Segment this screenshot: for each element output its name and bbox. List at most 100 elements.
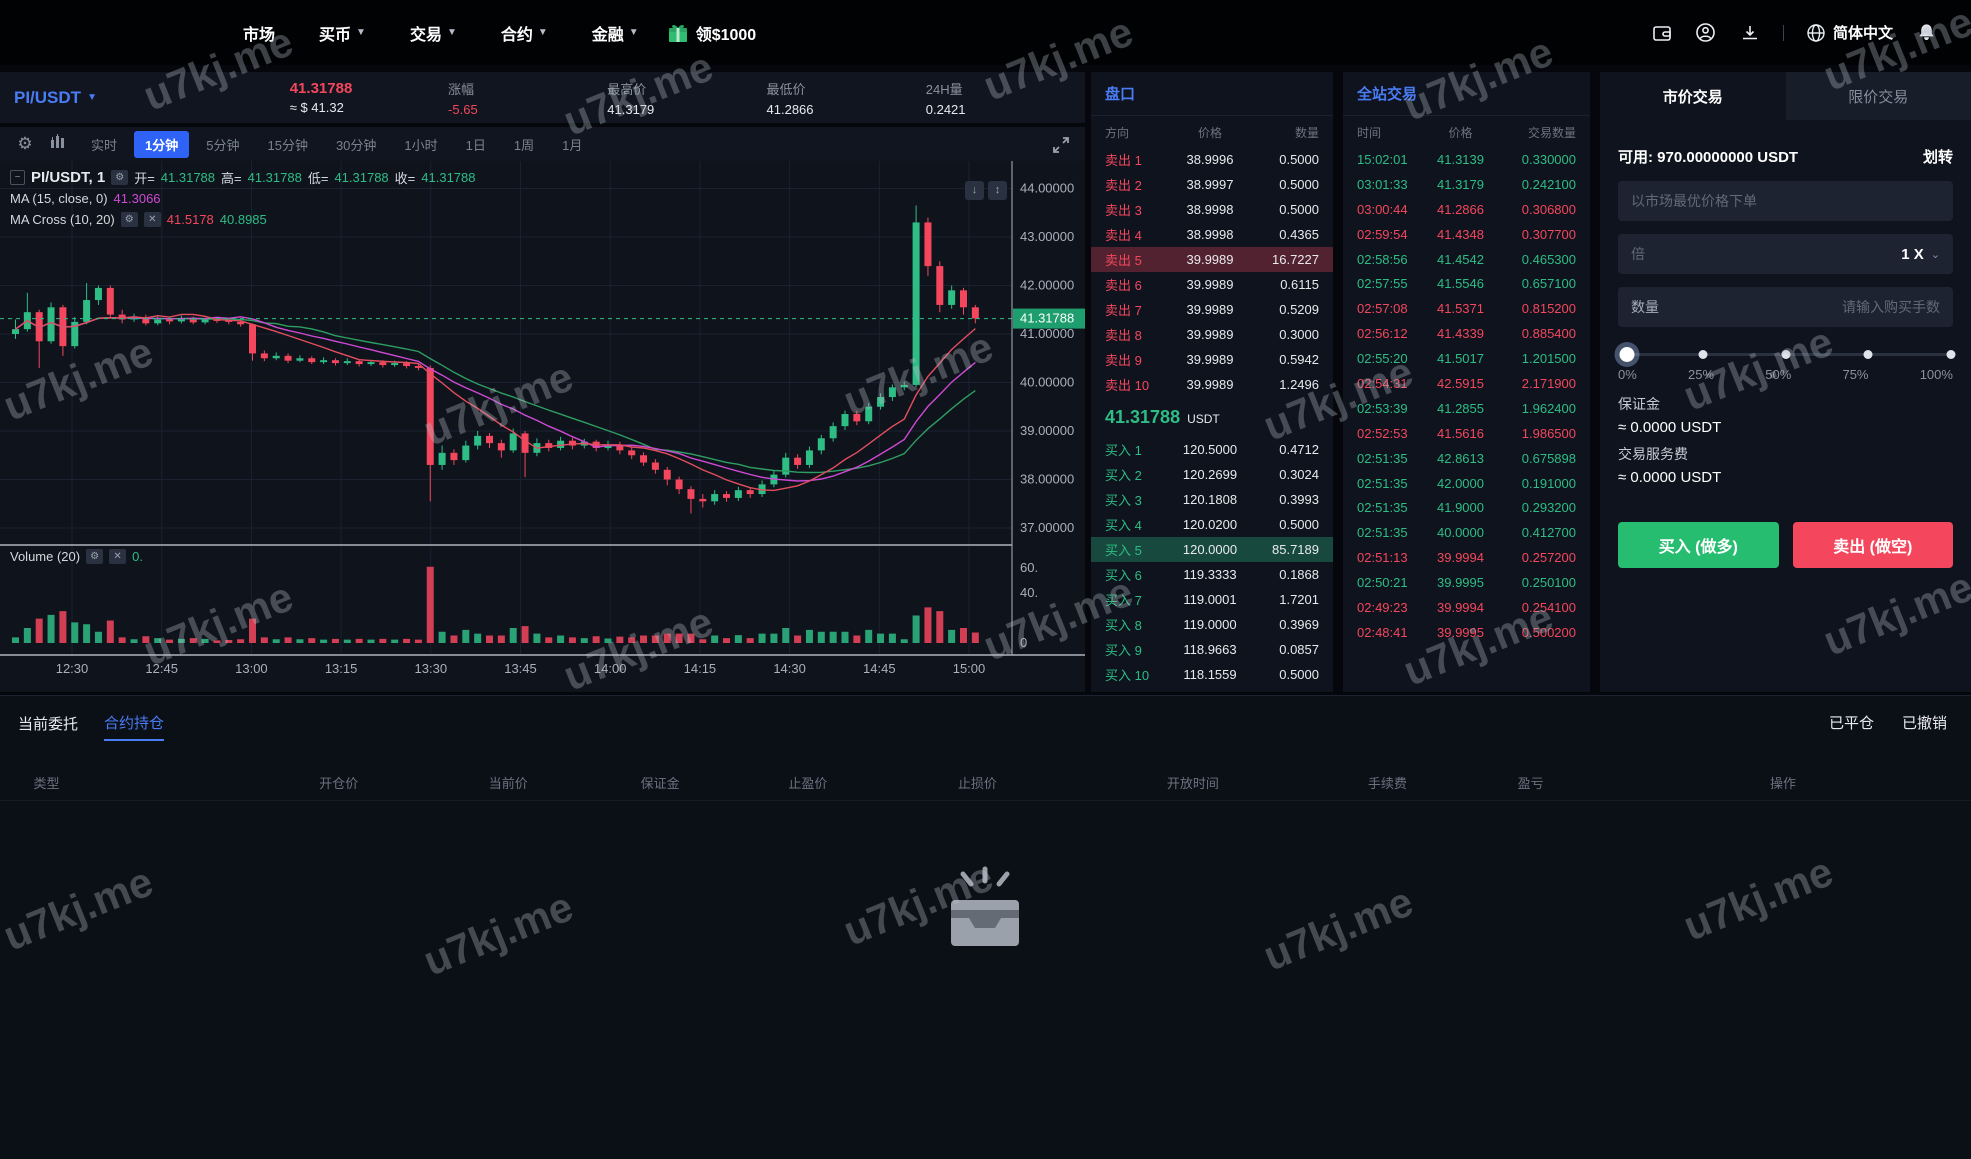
bid-label: 买入 3 xyxy=(1105,490,1163,509)
ask-row[interactable]: 卖出 939.99890.5942 xyxy=(1091,347,1333,372)
timeframe-实时[interactable]: 实时 xyxy=(80,131,128,158)
timeframe-15分钟[interactable]: 15分钟 xyxy=(256,131,318,158)
timeframe-30分钟[interactable]: 30分钟 xyxy=(325,131,387,158)
market-price-input[interactable]: 以市场最优价格下单 xyxy=(1618,181,1953,221)
timeframe-1月[interactable]: 1月 xyxy=(551,131,593,158)
ticker-bar: PI/USDT ▼ 41.31788 ≈ $ 41.32 涨幅 -5.65 最高… xyxy=(0,72,1085,123)
sell-short-button[interactable]: 卖出 (做空) xyxy=(1793,522,1954,568)
change-label: 涨幅 xyxy=(448,79,607,98)
quantity-input[interactable]: 数量 请输入购买手数 xyxy=(1618,287,1953,327)
slider-dot-75[interactable] xyxy=(1864,350,1873,359)
ask-row[interactable]: 卖出 639.99890.6115 xyxy=(1091,272,1333,297)
ma-close-icon[interactable]: ✕ xyxy=(144,212,161,227)
bid-row[interactable]: 买入 5120.000085.7189 xyxy=(1091,537,1333,562)
ask-qty: 16.7227 xyxy=(1257,252,1319,267)
buy-long-button[interactable]: 买入 (做多) xyxy=(1618,522,1779,568)
slider-dot-50[interactable] xyxy=(1781,350,1790,359)
bid-row[interactable]: 买入 7119.00011.7201 xyxy=(1091,587,1333,612)
nav-item-4[interactable]: 金融▼ xyxy=(592,21,639,45)
bid-row[interactable]: 买入 10118.15590.5000 xyxy=(1091,662,1333,687)
ask-row[interactable]: 卖出 438.99980.4365 xyxy=(1091,222,1333,247)
trade-history-tab[interactable]: 全站交易 xyxy=(1357,83,1417,104)
download-icon[interactable] xyxy=(1739,22,1761,44)
scroll-expand-icon[interactable]: ↕ xyxy=(988,181,1007,200)
bell-icon[interactable] xyxy=(1915,22,1937,44)
series-gear-icon[interactable]: ⚙ xyxy=(111,170,128,185)
settings-gear-icon[interactable]: ⚙ xyxy=(12,134,38,154)
svg-text:44.00000: 44.00000 xyxy=(1020,181,1074,196)
bid-row[interactable]: 买入 1120.50000.4712 xyxy=(1091,437,1333,462)
bid-price: 118.9663 xyxy=(1163,642,1257,657)
ma-gear-icon[interactable]: ⚙ xyxy=(121,212,138,227)
high-label: 最高价 xyxy=(607,79,766,98)
bid-label: 买入 10 xyxy=(1105,665,1163,684)
bid-row[interactable]: 买入 6119.33330.1868 xyxy=(1091,562,1333,587)
nav-item-3[interactable]: 合约▼ xyxy=(501,21,548,45)
bid-qty: 1.7201 xyxy=(1257,592,1319,607)
tab-contract-positions[interactable]: 合约持仓 xyxy=(104,712,164,741)
nav-item-0[interactable]: 市场 xyxy=(243,21,275,45)
ma20-value: 40.8985 xyxy=(220,212,267,227)
closed-positions-link[interactable]: 已平仓 xyxy=(1829,712,1874,733)
chart-canvas[interactable]: 41.3178844.0000043.0000042.0000041.00000… xyxy=(0,161,1085,687)
amount-slider[interactable] xyxy=(1620,345,1951,363)
tab-market-order[interactable]: 市价交易 xyxy=(1600,72,1786,120)
timeframe-5分钟[interactable]: 5分钟 xyxy=(195,131,250,158)
timeframe-1周[interactable]: 1周 xyxy=(503,131,545,158)
collapse-icon[interactable]: − xyxy=(10,170,25,185)
ask-row[interactable]: 卖出 238.99970.5000 xyxy=(1091,172,1333,197)
nav-item-1[interactable]: 买币▼ xyxy=(319,21,366,45)
cancelled-orders-link[interactable]: 已撤销 xyxy=(1902,712,1947,733)
chart-type-icon[interactable] xyxy=(46,134,72,155)
nav-item-2[interactable]: 交易▼ xyxy=(410,21,457,45)
available-balance: 可用: 970.00000000 USDT xyxy=(1618,146,1798,167)
ask-label: 卖出 9 xyxy=(1105,350,1163,369)
orderbook-mid: 41.31788 USDT xyxy=(1091,397,1333,437)
bid-row[interactable]: 买入 4120.02000.5000 xyxy=(1091,512,1333,537)
tab-limit-order[interactable]: 限价交易 xyxy=(1786,72,1971,120)
trade-row: 15:02:0141.31390.330000 xyxy=(1343,147,1590,172)
ask-row[interactable]: 卖出 839.99890.3000 xyxy=(1091,322,1333,347)
slider-labels: 0%25%50%75%100% xyxy=(1618,367,1953,382)
bid-qty: 0.3024 xyxy=(1257,467,1319,482)
ask-row[interactable]: 卖出 138.99960.5000 xyxy=(1091,147,1333,172)
bid-price: 120.0200 xyxy=(1163,517,1257,532)
wallet-icon[interactable] xyxy=(1651,22,1673,44)
svg-text:14:30: 14:30 xyxy=(773,661,806,676)
positions-table-headers: 类型开仓价当前价保证金止盈价止损价开放时间手续费盈亏操作 xyxy=(0,765,1971,801)
svg-text:0: 0 xyxy=(1020,635,1027,650)
bid-row[interactable]: 买入 8119.00000.3969 xyxy=(1091,612,1333,637)
timeframe-1日[interactable]: 1日 xyxy=(455,131,497,158)
bid-row[interactable]: 买入 9118.96630.0857 xyxy=(1091,637,1333,662)
leverage-select[interactable]: 倍 1 X ⌄ xyxy=(1618,234,1953,274)
user-icon[interactable] xyxy=(1695,22,1717,44)
timeframe-1小时[interactable]: 1小时 xyxy=(393,131,448,158)
orderbook-tab[interactable]: 盘口 xyxy=(1105,83,1135,104)
ask-row[interactable]: 卖出 338.99980.5000 xyxy=(1091,197,1333,222)
language-switcher[interactable]: 简体中文 xyxy=(1806,22,1893,43)
bid-row[interactable]: 买入 2120.26990.3024 xyxy=(1091,462,1333,487)
trade-history-header: 全站交易 xyxy=(1343,72,1590,116)
tab-current-orders[interactable]: 当前委托 xyxy=(18,713,78,740)
ask-row[interactable]: 卖出 539.998916.7227 xyxy=(1091,247,1333,272)
volume-close-icon[interactable]: ✕ xyxy=(109,549,126,564)
ask-price: 39.9989 xyxy=(1163,252,1257,267)
fullscreen-icon[interactable] xyxy=(1051,135,1071,160)
transfer-link[interactable]: 划转 xyxy=(1923,146,1953,167)
bid-row[interactable]: 买入 3120.18080.3993 xyxy=(1091,487,1333,512)
svg-text:40.00000: 40.00000 xyxy=(1020,375,1074,390)
bid-price: 119.0001 xyxy=(1163,592,1257,607)
bid-list: 买入 1120.50000.4712买入 2120.26990.3024买入 3… xyxy=(1091,437,1333,687)
slider-dot-25[interactable] xyxy=(1698,350,1707,359)
pair-selector[interactable]: PI/USDT ▼ xyxy=(14,88,150,108)
slider-dot-100[interactable] xyxy=(1947,350,1956,359)
volume-gear-icon[interactable]: ⚙ xyxy=(86,549,103,564)
gift-promo-button[interactable]: 领$1000 xyxy=(667,21,757,45)
slider-handle[interactable] xyxy=(1619,347,1634,362)
bid-label: 买入 1 xyxy=(1105,440,1163,459)
timeframe-1分钟[interactable]: 1分钟 xyxy=(134,131,189,158)
ask-row[interactable]: 卖出 1039.99891.2496 xyxy=(1091,372,1333,397)
candlestick-chart[interactable]: − PI/USDT, 1 ⚙ 开=41.31788 高=41.31788 低=4… xyxy=(0,161,1085,692)
scroll-down-icon[interactable]: ↓ xyxy=(965,181,984,200)
ask-row[interactable]: 卖出 739.99890.5209 xyxy=(1091,297,1333,322)
